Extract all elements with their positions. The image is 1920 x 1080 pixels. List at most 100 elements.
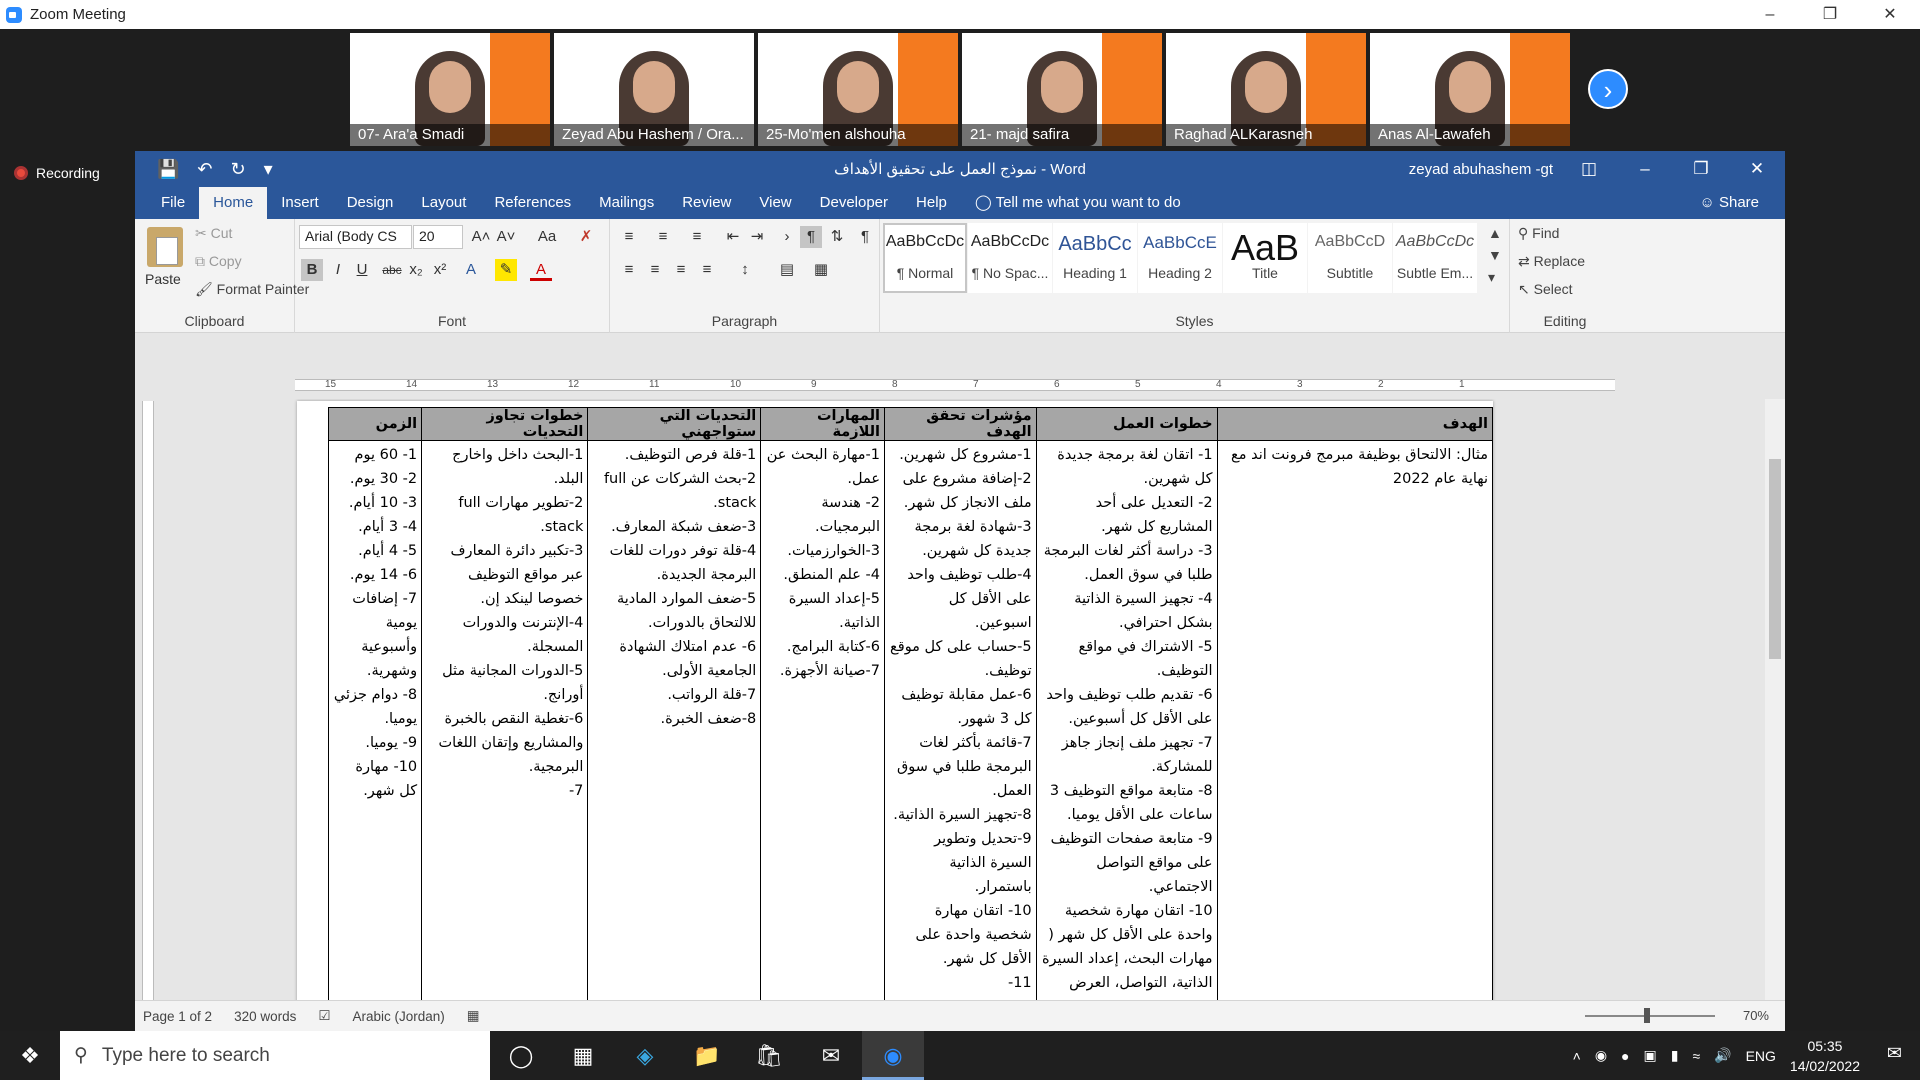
tell-me-search[interactable]: ◯ Tell me what you want to do bbox=[961, 187, 1195, 219]
battery-icon[interactable]: ▮ bbox=[1671, 1047, 1679, 1064]
superscript-icon[interactable]: x² bbox=[429, 259, 451, 281]
redo-icon[interactable]: ↻ bbox=[231, 159, 246, 180]
styles-scroll-up-icon[interactable]: ▲ bbox=[1488, 225, 1502, 241]
change-case-icon[interactable]: Aa bbox=[530, 226, 564, 248]
microphone-icon[interactable]: ● bbox=[1621, 1048, 1629, 1064]
italic-icon[interactable]: I bbox=[327, 259, 349, 281]
undo-icon[interactable]: ↶ bbox=[197, 159, 212, 180]
account-name[interactable]: zeyad abuhashem -gt bbox=[1409, 161, 1553, 178]
align-right-icon[interactable]: ≡ bbox=[670, 259, 692, 281]
numbering-icon[interactable]: ≡ bbox=[652, 226, 674, 248]
header-time[interactable]: الزمن bbox=[327, 407, 423, 441]
format-painter-button[interactable]: 🖌 Format Painter bbox=[195, 281, 309, 298]
bold-icon[interactable]: B bbox=[301, 259, 323, 281]
style-heading-2[interactable]: AaBbCcE Heading 2 bbox=[1138, 223, 1222, 293]
cell-indicators[interactable]: 1-مشروع كل شهرين. 2-إضافة مشروع على ملف ا… bbox=[884, 440, 1037, 1031]
select-button[interactable]: ↖ Select bbox=[1518, 281, 1573, 298]
header-overcome-steps[interactable]: خطوات تجاوز التحديات bbox=[421, 407, 589, 441]
sort-icon[interactable]: ⇅ bbox=[826, 226, 848, 248]
justify-icon[interactable]: ≡ bbox=[696, 259, 718, 281]
tab-view[interactable]: View bbox=[745, 187, 805, 219]
participant-tile[interactable]: 07- Ara'a Smadi bbox=[350, 33, 550, 146]
edge-icon[interactable]: ◈ bbox=[614, 1031, 676, 1080]
tab-home[interactable]: Home bbox=[199, 187, 268, 219]
grow-font-icon[interactable]: A˄ bbox=[470, 226, 492, 248]
style-subtle-emphasis[interactable]: AaBbCcDc Subtle Em... bbox=[1393, 223, 1477, 293]
page-count[interactable]: Page 1 of 2 bbox=[143, 1009, 212, 1024]
style-subtitle[interactable]: AaBbCcD Subtitle bbox=[1308, 223, 1392, 293]
display-icon[interactable]: ▣ bbox=[1644, 1047, 1657, 1064]
word-count[interactable]: 320 words bbox=[234, 1009, 296, 1024]
subscript-icon[interactable]: x₂ bbox=[405, 259, 427, 281]
multilevel-list-icon[interactable]: ≡ bbox=[686, 226, 708, 248]
paste-icon[interactable] bbox=[147, 227, 183, 267]
text-effects-icon[interactable]: A bbox=[460, 259, 482, 281]
tab-help[interactable]: Help bbox=[902, 187, 961, 219]
line-spacing-icon[interactable]: ↕ bbox=[734, 259, 756, 281]
increase-indent-icon[interactable]: ⇥ bbox=[746, 226, 768, 248]
document-area[interactable]: الهدف خطوات العمل مؤشرات تحقق الهدف المه… bbox=[157, 399, 1747, 1031]
task-view-icon[interactable]: ▦ bbox=[552, 1031, 614, 1080]
participant-tile[interactable]: Anas Al-Lawafeh bbox=[1370, 33, 1570, 146]
tab-layout[interactable]: Layout bbox=[407, 187, 480, 219]
style-heading-1[interactable]: AaBbCc Heading 1 bbox=[1053, 223, 1137, 293]
header-indicators[interactable]: مؤشرات تحقق الهدف bbox=[884, 407, 1037, 441]
windows-start-icon[interactable]: ❖ bbox=[0, 1043, 60, 1069]
scrollbar-thumb[interactable] bbox=[1769, 459, 1781, 659]
restore-button[interactable]: ❐ bbox=[1800, 0, 1860, 29]
font-size-select[interactable]: 20 bbox=[413, 225, 463, 249]
find-button[interactable]: ⚲ Find bbox=[1518, 225, 1559, 242]
copy-button[interactable]: ⧉ Copy bbox=[195, 253, 242, 270]
strikethrough-icon[interactable]: abc bbox=[381, 259, 403, 281]
rtl-icon[interactable]: ¶ bbox=[800, 226, 822, 248]
cell-action-steps[interactable]: 1- اتقان لغة برمجة جديدة كل شهرين. 2- الت… bbox=[1035, 440, 1218, 1031]
align-center-icon[interactable]: ≡ bbox=[644, 259, 666, 281]
header-challenges[interactable]: التحديات التي ستواجهني bbox=[587, 407, 762, 441]
font-color-icon[interactable]: A bbox=[530, 259, 552, 281]
tab-developer[interactable]: Developer bbox=[806, 187, 902, 219]
zoom-taskbar-icon[interactable]: ◉ bbox=[862, 1031, 924, 1080]
bullets-icon[interactable]: ≡ bbox=[618, 226, 640, 248]
cell-time[interactable]: 1- 60 يوم 2- 30 يوم. 3- 10 أيام. 4- 3 أيام.… bbox=[327, 440, 423, 1031]
paste-button[interactable]: Paste bbox=[145, 271, 181, 287]
cut-button[interactable]: ✂ Cut bbox=[195, 225, 232, 242]
ltr-icon[interactable]: › bbox=[776, 226, 798, 248]
taskbar-search[interactable]: ⚲ Type here to search bbox=[60, 1031, 490, 1080]
recording-indicator[interactable]: Recording bbox=[14, 165, 100, 181]
ribbon-display-icon[interactable]: ◫ bbox=[1561, 151, 1617, 187]
close-button[interactable]: ✕ bbox=[1860, 0, 1920, 29]
word-minimize-button[interactable]: – bbox=[1617, 151, 1673, 187]
font-name-select[interactable]: Arial (Body CS bbox=[299, 225, 412, 249]
show-marks-icon[interactable]: ¶ bbox=[854, 226, 876, 248]
share-button[interactable]: ☺ Share bbox=[1699, 187, 1759, 219]
vertical-scrollbar[interactable] bbox=[1765, 399, 1785, 1031]
next-page-button[interactable]: › bbox=[1588, 69, 1628, 109]
microsoft-store-icon[interactable]: 🛍 bbox=[738, 1031, 800, 1080]
styles-more-icon[interactable]: ▾ bbox=[1488, 269, 1495, 286]
style-no-spacing[interactable]: AaBbCcDc ¶ No Spac... bbox=[968, 223, 1052, 293]
tab-insert[interactable]: Insert bbox=[267, 187, 333, 219]
underline-icon[interactable]: U bbox=[351, 259, 373, 281]
volume-icon[interactable]: 🔊 bbox=[1714, 1047, 1731, 1064]
cortana-icon[interactable]: ◯ bbox=[490, 1031, 552, 1080]
horizontal-ruler[interactable]: 15 14 13 12 11 10 9 8 7 6 5 4 3 2 1 bbox=[135, 369, 1785, 399]
notifications-icon[interactable]: ✉ bbox=[1887, 1043, 1902, 1064]
highlight-icon[interactable]: ✎ bbox=[495, 259, 517, 281]
tab-file[interactable]: File bbox=[147, 187, 199, 219]
tab-design[interactable]: Design bbox=[333, 187, 408, 219]
camera-icon[interactable]: ◉ bbox=[1595, 1047, 1607, 1064]
cell-goal[interactable]: مثال: الالتحاق بوظيفة مبرمج فرونت اند مع… bbox=[1216, 440, 1494, 1031]
tab-mailings[interactable]: Mailings bbox=[585, 187, 668, 219]
participant-tile[interactable]: 21- majd safira bbox=[962, 33, 1162, 146]
tray-expand-icon[interactable]: ˄ bbox=[1573, 1048, 1581, 1064]
style-title[interactable]: AaB Title bbox=[1223, 223, 1307, 293]
shrink-font-icon[interactable]: A˅ bbox=[495, 226, 517, 248]
shading-icon[interactable]: ▤ bbox=[776, 259, 798, 281]
header-skills[interactable]: المهارات اللازمة bbox=[760, 407, 886, 441]
zoom-level[interactable]: 70% bbox=[1743, 1008, 1769, 1023]
input-language[interactable]: ENG bbox=[1746, 1048, 1776, 1064]
header-goal[interactable]: الهدف bbox=[1216, 407, 1494, 441]
word-close-button[interactable]: ✕ bbox=[1729, 151, 1785, 187]
align-left-icon[interactable]: ≡ bbox=[618, 259, 640, 281]
save-icon[interactable]: 💾 bbox=[157, 159, 179, 180]
